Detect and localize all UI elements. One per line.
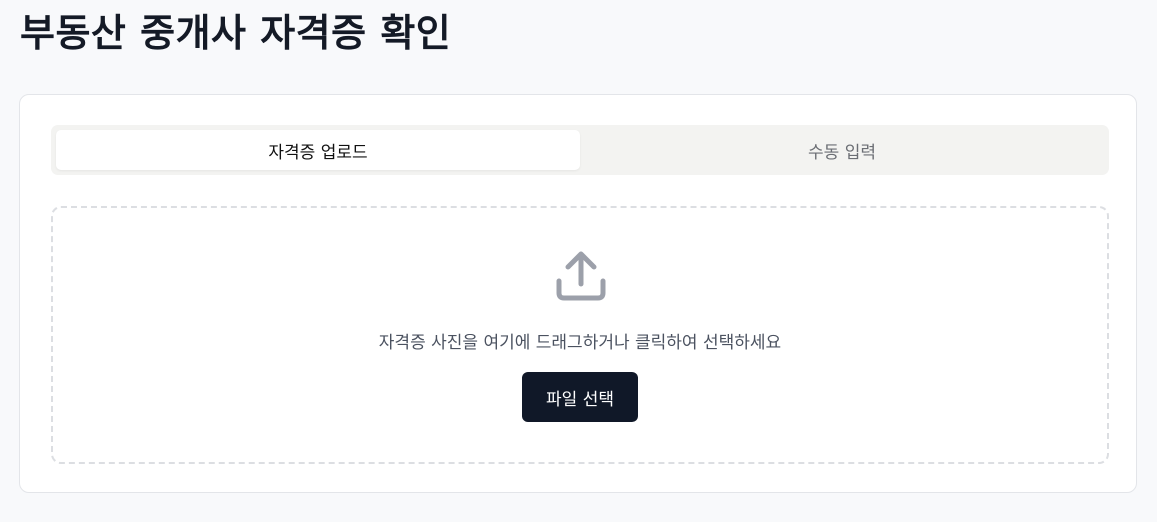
tab-manual-entry[interactable]: 수동 입력 [580,130,1104,170]
verification-card: 자격증 업로드 수동 입력 자격증 사진을 여기에 드래그하거나 클릭하여 선택… [19,94,1137,493]
tab-license-upload[interactable]: 자격증 업로드 [56,130,580,170]
upload-icon [556,251,606,301]
page-title: 부동산 중개사 자격증 확인 [20,11,452,55]
dropzone-hint: 자격증 사진을 여기에 드래그하거나 클릭하여 선택하세요 [378,333,782,353]
file-dropzone[interactable]: 자격증 사진을 여기에 드래그하거나 클릭하여 선택하세요 파일 선택 [51,206,1109,464]
choose-file-button[interactable]: 파일 선택 [522,372,638,422]
tab-bar: 자격증 업로드 수동 입력 [51,125,1109,175]
